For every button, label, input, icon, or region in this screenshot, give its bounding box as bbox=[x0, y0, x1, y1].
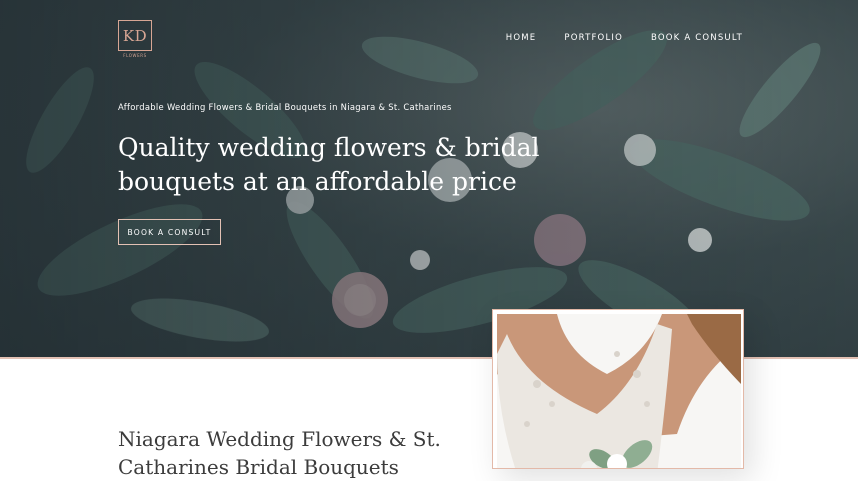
kd-flowers-logo[interactable]: KD bbox=[118, 20, 152, 51]
hero-headline: Quality wedding flowers & bridal bouquet… bbox=[118, 133, 540, 196]
nav-book-a-consult[interactable]: BOOK A CONSULT bbox=[651, 33, 743, 43]
bride-photo-card bbox=[492, 309, 744, 469]
logo-initials: KD bbox=[122, 26, 148, 45]
hero-kicker: Affordable Wedding Flowers & Bridal Bouq… bbox=[118, 102, 452, 112]
hero-section: KD FLOWERS HOME PORTFOLIO BOOK A CONSULT… bbox=[0, 0, 858, 357]
nav-home[interactable]: HOME bbox=[506, 33, 537, 43]
main-nav: HOME PORTFOLIO BOOK A CONSULT bbox=[506, 33, 743, 43]
logo-subtext: FLOWERS bbox=[123, 53, 147, 58]
nav-portfolio[interactable]: PORTFOLIO bbox=[564, 33, 623, 43]
book-consult-button[interactable]: BOOK A CONSULT bbox=[118, 219, 221, 245]
section-title: Niagara Wedding Flowers & St. Catharines… bbox=[118, 427, 441, 479]
bride-bouquet-image bbox=[497, 314, 741, 468]
